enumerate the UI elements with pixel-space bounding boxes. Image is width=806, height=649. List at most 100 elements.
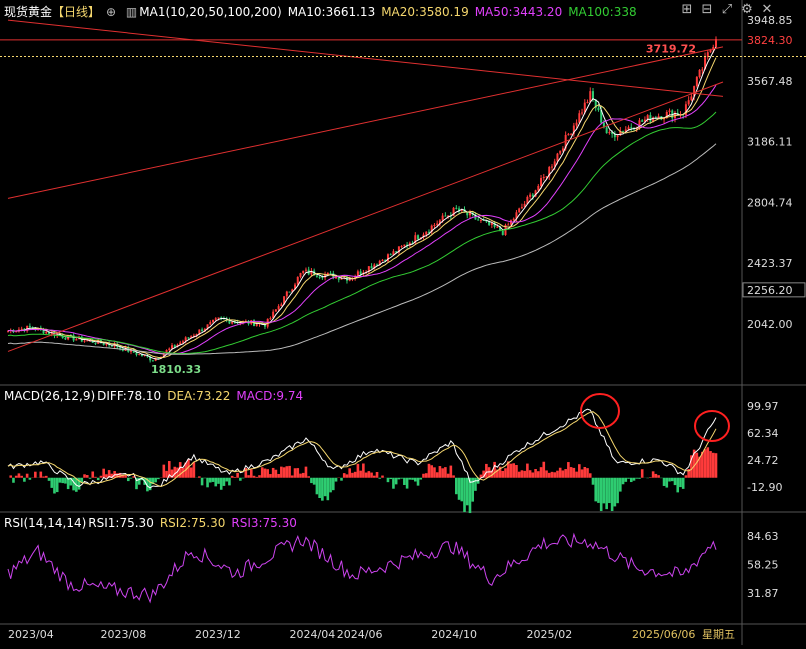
candle-body[interactable] [425,232,427,235]
close-icon[interactable]: ✕ [758,2,776,17]
expand-icon[interactable]: ⤢ [718,2,736,17]
candle-body[interactable] [64,338,66,339]
candle-body[interactable] [710,50,712,52]
candle-body[interactable] [649,115,651,121]
candle-body[interactable] [532,195,534,197]
candle-body[interactable] [641,120,643,122]
minus-box-icon[interactable]: ⊟ [698,2,716,17]
candle-body[interactable] [606,127,608,133]
candle-body[interactable] [215,318,217,319]
candle-body[interactable] [371,266,373,268]
candle-body[interactable] [297,277,299,285]
candle-body[interactable] [327,273,329,275]
candle-body[interactable] [302,271,304,273]
candle-body[interactable] [699,70,701,77]
candle-body[interactable] [75,339,77,340]
candle-body[interactable] [119,347,121,348]
candle-body[interactable] [567,134,569,135]
candle-body[interactable] [217,317,219,318]
candle-body[interactable] [559,151,561,154]
candle-body[interactable] [518,208,520,212]
candle-body[interactable] [570,134,572,135]
candle-body[interactable] [455,208,457,209]
candle-body[interactable] [45,332,47,334]
chart-stage[interactable]: 3719.721810.33 3948.853567.483186.112804… [0,0,806,645]
candle-body[interactable] [103,343,105,345]
candle-body[interactable] [701,69,703,70]
candle-body[interactable] [690,96,692,100]
candle-body[interactable] [540,178,542,186]
candle-body[interactable] [21,329,23,330]
chart-type-icon[interactable]: ▥ [126,5,137,19]
candle-body[interactable] [581,112,583,113]
candle-body[interactable] [507,225,509,226]
candle-body[interactable] [289,292,291,293]
candle-body[interactable] [529,195,531,197]
candle-body[interactable] [360,271,362,274]
candle-body[interactable] [94,343,96,344]
candle-body[interactable] [628,127,630,129]
candle-body[interactable] [286,292,288,297]
candle-body[interactable] [436,224,438,225]
candle-body[interactable] [182,341,184,342]
candle-body[interactable] [543,177,545,178]
candle-body[interactable] [521,207,523,208]
chart-svg[interactable]: 3719.721810.33 3948.853567.483186.112804… [0,0,806,645]
candle-body[interactable] [152,360,154,361]
candle-body[interactable] [256,324,258,326]
candle-body[interactable] [278,306,280,309]
candle-body[interactable] [466,212,468,215]
candle-body[interactable] [417,235,419,239]
candle-body[interactable] [29,326,31,327]
candle-body[interactable] [513,219,515,221]
settings-icon[interactable]: ⚙ [738,2,756,17]
period-label[interactable]: 【日线】 [52,5,100,19]
candle-body[interactable] [587,102,589,103]
candle-body[interactable] [187,337,189,338]
candle-body[interactable] [212,320,214,322]
target-icon[interactable]: ⊕ [106,5,116,19]
candle-body[interactable] [84,341,86,342]
candle-body[interactable] [299,273,301,277]
candle-body[interactable] [502,231,504,235]
candle-body[interactable] [316,276,318,277]
candle-body[interactable] [669,110,671,111]
candle-body[interactable] [305,270,307,271]
candle-body[interactable] [477,219,479,220]
candle-body[interactable] [269,318,271,319]
candle-body[interactable] [168,349,170,350]
candle-body[interactable] [537,186,539,190]
candle-body[interactable] [433,225,435,226]
candle-body[interactable] [496,227,498,228]
candle-body[interactable] [551,167,553,168]
candle-body[interactable] [608,132,610,133]
candle-body[interactable] [597,108,599,110]
candle-body[interactable] [209,322,211,324]
candle-body[interactable] [280,304,282,306]
candle-body[interactable] [578,113,580,122]
plus-box-icon[interactable]: ⊞ [678,2,696,17]
candle-body[interactable] [630,127,632,128]
candle-body[interactable] [275,309,277,311]
candle-body[interactable] [401,246,403,247]
candle-body[interactable] [576,123,578,126]
candle-body[interactable] [390,254,392,255]
candle-body[interactable] [562,148,564,150]
candle-body[interactable] [201,330,203,332]
candle-body[interactable] [174,345,176,347]
candle-body[interactable] [556,154,558,162]
candle-body[interactable] [589,91,591,102]
candle-body[interactable] [444,216,446,217]
candle-body[interactable] [231,322,233,324]
candle-body[interactable] [382,260,384,261]
candle-body[interactable] [442,216,444,221]
candle-body[interactable] [319,277,321,278]
candle-body[interactable] [696,77,698,86]
candle-body[interactable] [688,100,690,104]
candle-body[interactable] [171,345,173,348]
candle-body[interactable] [617,135,619,137]
candle-body[interactable] [403,245,405,246]
candle-body[interactable] [330,273,332,274]
candle-body[interactable] [622,131,624,132]
candle-body[interactable] [480,220,482,221]
